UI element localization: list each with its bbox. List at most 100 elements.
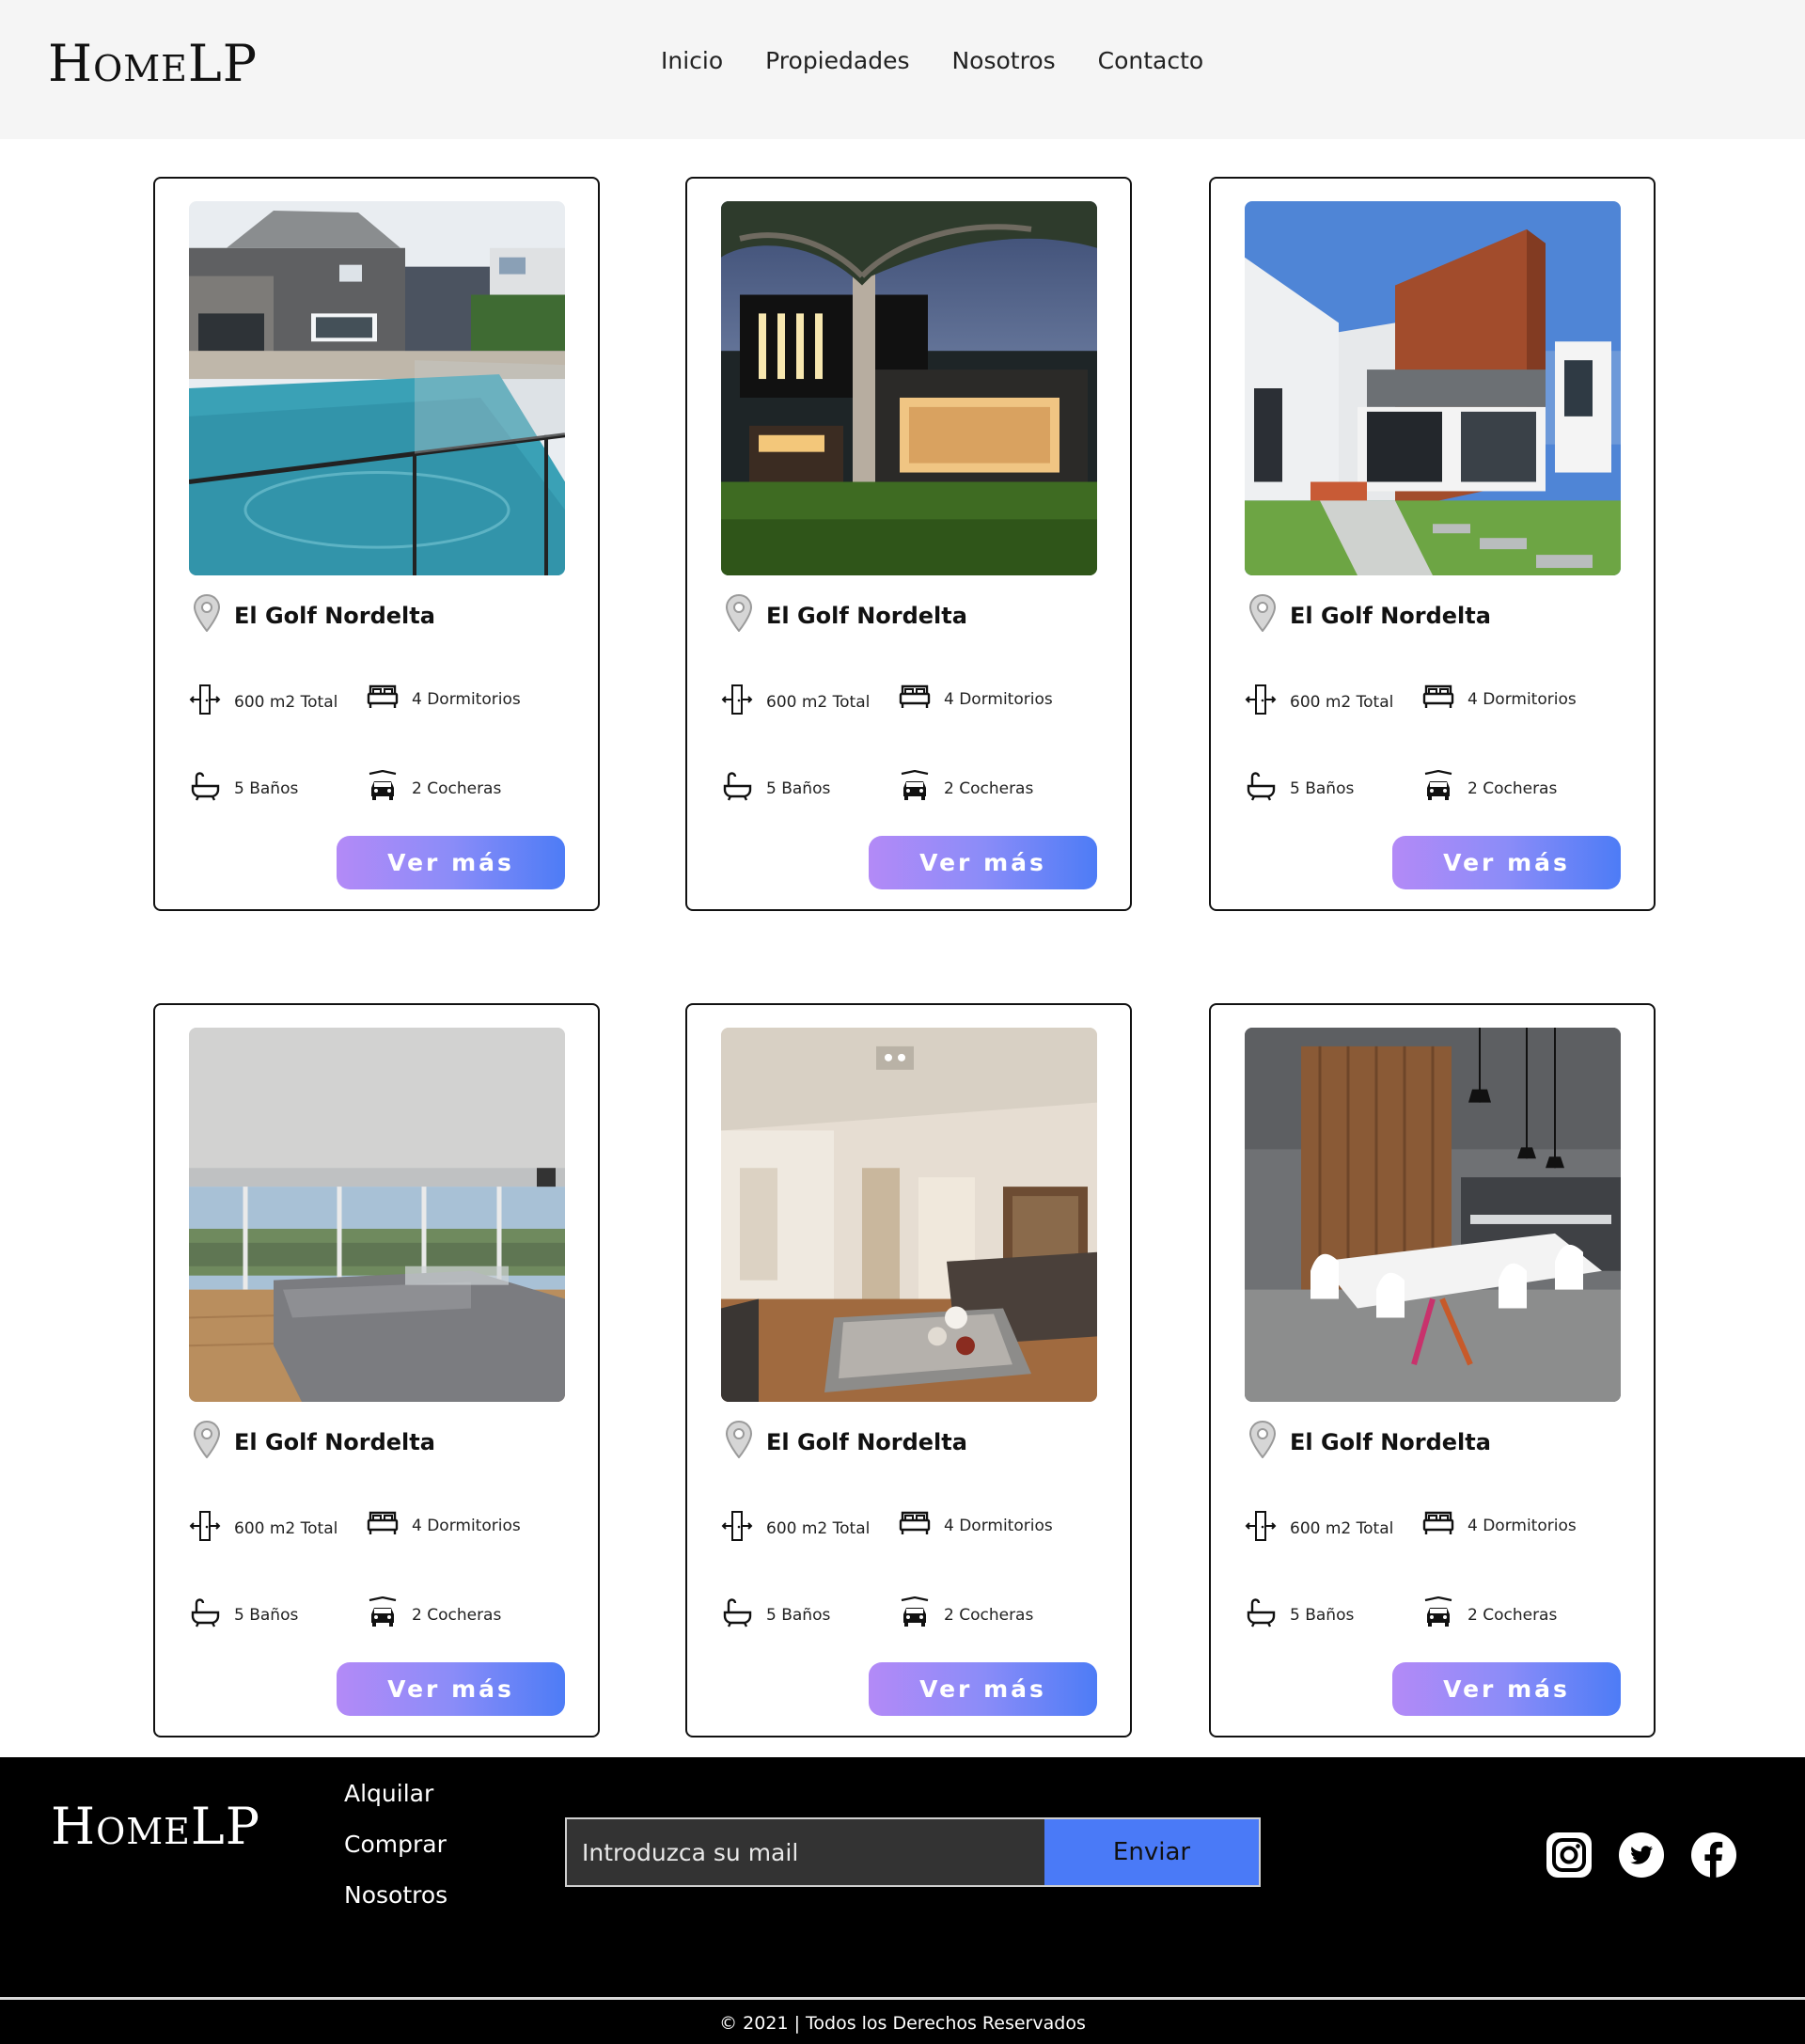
garages-value: 2 Cocheras xyxy=(412,778,502,798)
social-links xyxy=(1546,1832,1737,1879)
feature-area: 600 m2 Total xyxy=(1245,1510,1393,1547)
bathrooms-value: 5 Baños xyxy=(1290,778,1355,798)
feature-bedrooms: 4 Dormitorios xyxy=(367,1507,521,1544)
ver-mas-button[interactable]: Ver más xyxy=(337,836,565,889)
footer-logo[interactable]: HomeLP xyxy=(51,1797,260,1856)
feature-area: 600 m2 Total xyxy=(721,684,870,720)
site-header: HomeLP Inicio Propiedades Nosotros Conta… xyxy=(0,0,1805,139)
garages-value: 2 Cocheras xyxy=(944,1605,1034,1625)
garages-value: 2 Cocheras xyxy=(944,778,1034,798)
ver-mas-button[interactable]: Ver más xyxy=(869,836,1097,889)
ver-mas-button[interactable]: Ver más xyxy=(1392,836,1621,889)
property-card: El Golf Nordelta 600 m2 Total 4 Dormitor… xyxy=(685,1003,1132,1737)
feature-garages: 2 Cocheras xyxy=(899,769,1034,807)
car-icon xyxy=(367,1596,399,1633)
bathrooms-value: 5 Baños xyxy=(766,778,831,798)
feature-garages: 2 Cocheras xyxy=(1422,769,1558,807)
bathtub-icon xyxy=(1245,770,1277,807)
ver-mas-button[interactable]: Ver más xyxy=(1392,1662,1621,1716)
newsletter-form: Enviar xyxy=(565,1817,1261,1887)
bed-icon xyxy=(899,681,931,717)
email-input[interactable] xyxy=(567,1819,1044,1885)
area-value: 600 m2 Total xyxy=(766,692,871,712)
site-logo[interactable]: HomeLP xyxy=(48,34,258,93)
feature-bedrooms: 4 Dormitorios xyxy=(899,1507,1053,1544)
bed-icon xyxy=(899,1507,931,1544)
feature-garages: 2 Cocheras xyxy=(899,1596,1033,1633)
site-footer: HomeLP Alquilar Comprar Nosotros Enviar … xyxy=(0,1757,1805,2044)
feature-area: 600 m2 Total xyxy=(1245,684,1393,720)
location-pin-icon xyxy=(725,593,753,637)
send-button[interactable]: Enviar xyxy=(1044,1819,1259,1885)
instagram-icon[interactable] xyxy=(1546,1832,1593,1879)
footer-link-comprar[interactable]: Comprar xyxy=(344,1831,447,1858)
footer-divider xyxy=(0,1997,1805,2000)
bathtub-icon xyxy=(189,770,221,807)
area-icon xyxy=(189,684,221,720)
bedrooms-value: 4 Dormitorios xyxy=(412,689,521,709)
bed-icon xyxy=(367,681,399,717)
nav-propiedades[interactable]: Propiedades xyxy=(765,47,909,74)
feature-bathrooms: 5 Baños xyxy=(189,770,298,807)
feature-garages: 2 Cocheras xyxy=(367,1596,501,1633)
car-icon xyxy=(367,769,399,807)
bathrooms-value: 5 Baños xyxy=(766,1605,831,1625)
property-card: El Golf Nordelta 600 m2 Total 4 Dormitor… xyxy=(153,1003,600,1737)
ver-mas-button[interactable]: Ver más xyxy=(869,1662,1097,1716)
location-pin-icon xyxy=(725,1420,753,1463)
footer-link-nosotros[interactable]: Nosotros xyxy=(344,1881,447,1909)
twitter-icon[interactable] xyxy=(1618,1832,1665,1879)
area-icon xyxy=(721,1510,753,1547)
nav-contacto[interactable]: Contacto xyxy=(1098,47,1204,74)
nav-nosotros[interactable]: Nosotros xyxy=(951,47,1055,74)
bathrooms-value: 5 Baños xyxy=(234,778,299,798)
feature-bathrooms: 5 Baños xyxy=(1245,770,1354,807)
nav-inicio[interactable]: Inicio xyxy=(661,47,723,74)
bathtub-icon xyxy=(189,1596,221,1633)
area-value: 600 m2 Total xyxy=(234,1518,338,1538)
property-photo[interactable] xyxy=(1245,201,1621,575)
location-row: El Golf Nordelta xyxy=(193,1420,435,1463)
garages-value: 2 Cocheras xyxy=(1468,1605,1558,1625)
location-row: El Golf Nordelta xyxy=(725,1420,967,1463)
bedrooms-value: 4 Dormitorios xyxy=(1468,1516,1577,1535)
bedrooms-value: 4 Dormitorios xyxy=(944,689,1053,709)
property-card: El Golf Nordelta 600 m2 Total 4 Dormitor… xyxy=(685,177,1132,911)
car-icon xyxy=(1422,769,1454,807)
feature-garages: 2 Cocheras xyxy=(367,769,502,807)
property-photo[interactable] xyxy=(189,1028,565,1402)
car-icon xyxy=(899,769,931,807)
bathtub-icon xyxy=(721,770,753,807)
feature-bedrooms: 4 Dormitorios xyxy=(1422,1507,1577,1544)
car-icon xyxy=(899,1596,931,1633)
ver-mas-button[interactable]: Ver más xyxy=(337,1662,565,1716)
car-icon xyxy=(1422,1596,1454,1633)
main-nav: Inicio Propiedades Nosotros Contacto xyxy=(661,47,1203,74)
area-icon xyxy=(189,1510,221,1547)
property-location: El Golf Nordelta xyxy=(766,602,967,629)
property-card: El Golf Nordelta 600 m2 Total 4 Dormitor… xyxy=(1209,177,1656,911)
footer-link-alquilar[interactable]: Alquilar xyxy=(344,1780,447,1807)
bed-icon xyxy=(1422,681,1454,717)
bathtub-icon xyxy=(721,1596,753,1633)
property-photo[interactable] xyxy=(721,201,1097,575)
property-photo[interactable] xyxy=(721,1028,1097,1402)
feature-bedrooms: 4 Dormitorios xyxy=(367,681,521,717)
property-photo[interactable] xyxy=(1245,1028,1621,1402)
bathrooms-value: 5 Baños xyxy=(1290,1605,1355,1625)
property-card: El Golf Nordelta 600 m2 Total 4 Dormitor… xyxy=(153,177,600,911)
property-location: El Golf Nordelta xyxy=(1290,602,1491,629)
property-photo[interactable] xyxy=(189,201,565,575)
facebook-icon[interactable] xyxy=(1690,1832,1737,1879)
location-pin-icon xyxy=(1248,1420,1277,1463)
garages-value: 2 Cocheras xyxy=(412,1605,502,1625)
location-pin-icon xyxy=(193,1420,221,1463)
garages-value: 2 Cocheras xyxy=(1468,778,1558,798)
location-row: El Golf Nordelta xyxy=(1248,593,1491,637)
bed-icon xyxy=(367,1507,399,1544)
area-value: 600 m2 Total xyxy=(766,1518,871,1538)
location-pin-icon xyxy=(193,593,221,637)
bed-icon xyxy=(1422,1507,1454,1544)
bathrooms-value: 5 Baños xyxy=(234,1605,299,1625)
property-card: El Golf Nordelta 600 m2 Total 4 Dormitor… xyxy=(1209,1003,1656,1737)
